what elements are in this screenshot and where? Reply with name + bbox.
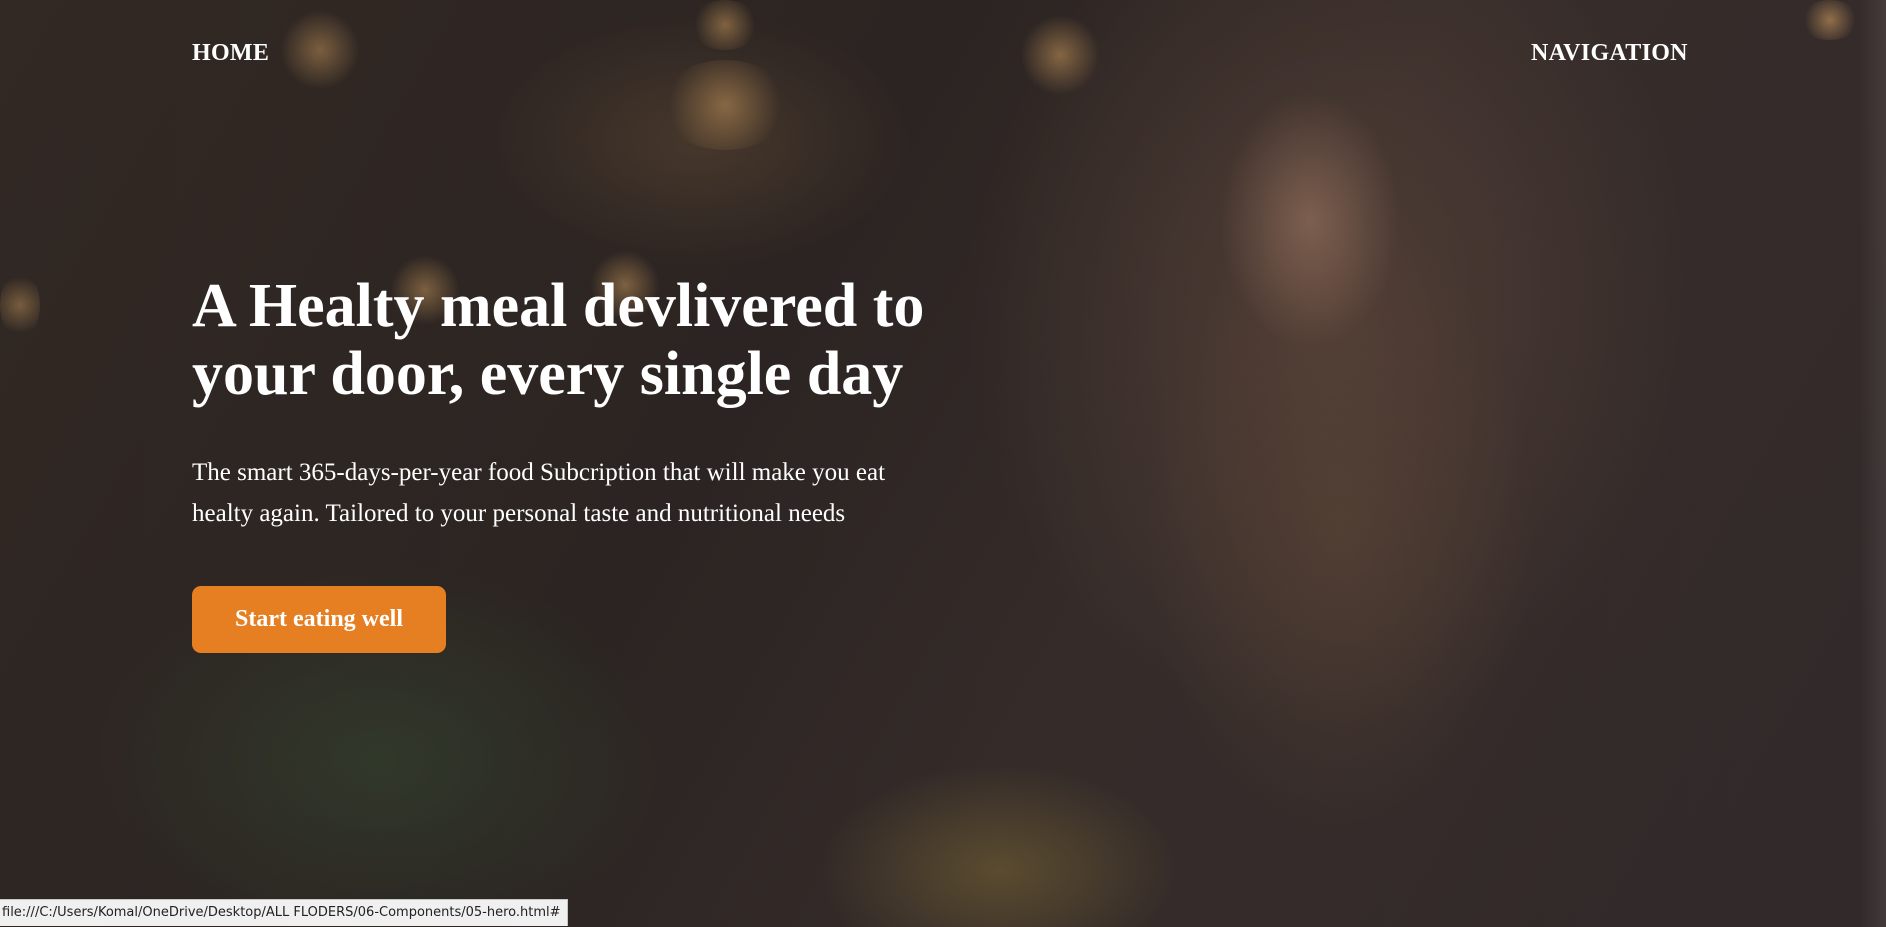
hero-section: HOME NAVIGATION A Healty meal devlivered…	[0, 0, 1886, 927]
hero-description: The smart 365-days-per-year food Subcrip…	[192, 459, 886, 527]
browser-status-bar: file:///C:/Users/Komal/OneDrive/Desktop/…	[0, 899, 568, 926]
hero-heading: A Healty meal devlivered to your door, e…	[192, 272, 925, 408]
nav-home-link[interactable]: HOME	[192, 40, 269, 67]
start-eating-well-button[interactable]: Start eating well	[192, 586, 446, 653]
hero-text-box: A Healty meal devlivered to your door, e…	[192, 272, 972, 534]
edge-strip	[1859, 0, 1886, 927]
nav-navigation-link[interactable]: NAVIGATION	[1531, 40, 1688, 67]
